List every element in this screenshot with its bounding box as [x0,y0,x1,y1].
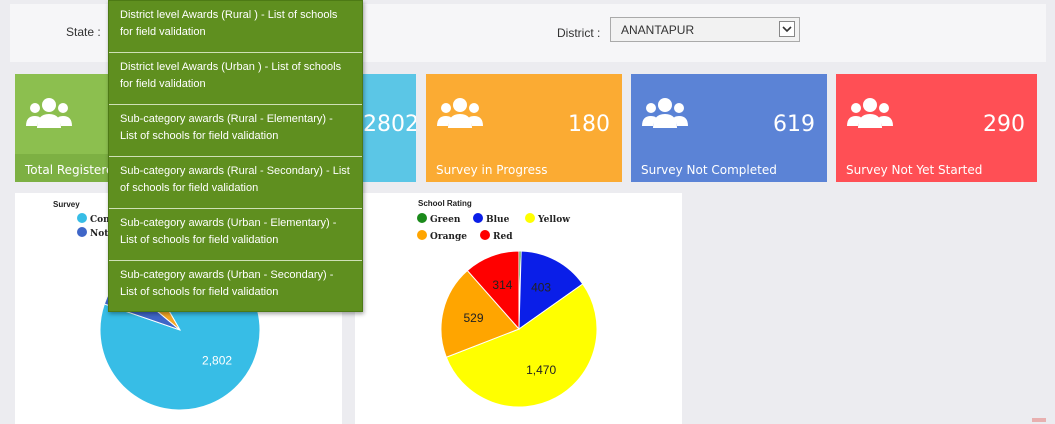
school-rating-panel: School Rating Green Blue Yellow Orange R… [355,193,682,424]
card-total-count[interactable]: 2802 [360,74,416,182]
users-icon [25,96,73,135]
pie-data-label: 403 [531,281,551,295]
pie-data-label: 314 [492,278,512,292]
menu-item-rural-elementary[interactable]: Sub-category awards (Rural - Elementary)… [109,105,362,157]
pie-data-label: 529 [464,311,484,325]
menu-item-rural-secondary[interactable]: Sub-category awards (Rural - Secondary) … [109,157,362,209]
awards-dropdown-menu: District level Awards (Rural ) - List of… [108,0,363,312]
menu-item-district-urban[interactable]: District level Awards (Urban ) - List of… [109,53,362,105]
card-count: 2802 [363,112,416,137]
users-icon [641,96,689,135]
menu-item-urban-elementary[interactable]: Sub-category awards (Urban - Elementary)… [109,209,362,261]
card-survey-not-yet-started[interactable]: 290 Survey Not Yet Started [836,74,1037,182]
district-label: District : [557,26,601,40]
chevron-down-icon[interactable] [779,21,795,37]
district-select-value: ANANTAPUR [621,23,695,37]
card-label: Survey in Progress [436,163,548,177]
card-survey-not-completed[interactable]: 619 Survey Not Completed [631,74,827,182]
school-rating-pie-chart: 403 1,470 529 314 [440,250,598,408]
card-label: Survey Not Completed [641,163,777,177]
card-count: 180 [568,112,610,137]
card-label: Survey Not Yet Started [846,163,983,177]
card-count: 619 [773,112,815,137]
users-icon [846,96,894,135]
state-label: State : [66,25,101,39]
card-label: Total Registere [25,163,114,177]
users-icon [436,96,484,135]
menu-item-urban-secondary[interactable]: Sub-category awards (Urban - Secondary) … [109,261,362,313]
corner-mark [1032,418,1046,422]
card-survey-in-progress[interactable]: 180 Survey in Progress [426,74,622,182]
card-count: 290 [983,112,1025,137]
district-select[interactable]: ANANTAPUR [610,17,800,42]
pie-data-label: 2,802 [202,354,232,368]
pie-data-label: 1,470 [526,363,556,377]
menu-item-district-rural[interactable]: District level Awards (Rural ) - List of… [109,1,362,53]
